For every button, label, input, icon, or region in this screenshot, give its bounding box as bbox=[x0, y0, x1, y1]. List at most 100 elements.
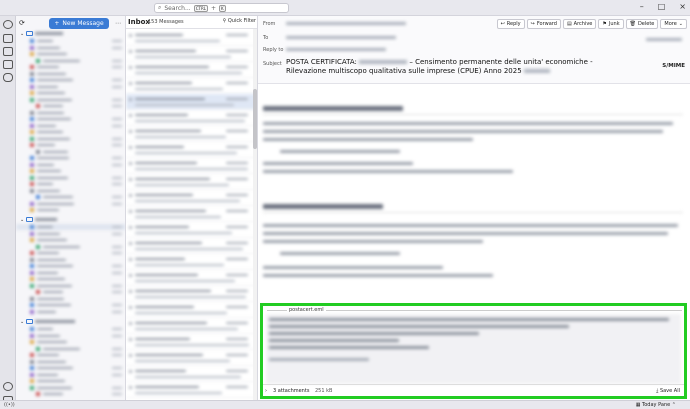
app-logo-icon[interactable] bbox=[3, 20, 13, 29]
read-status-icon[interactable] bbox=[129, 370, 132, 373]
folder-item[interactable] bbox=[16, 45, 125, 51]
message-row[interactable] bbox=[126, 382, 257, 398]
folder-item[interactable] bbox=[16, 372, 125, 378]
save-all-button[interactable]: ⤓ Save All bbox=[656, 388, 680, 394]
chat-icon[interactable] bbox=[3, 73, 13, 82]
folder-item[interactable] bbox=[16, 90, 125, 96]
message-row[interactable] bbox=[126, 190, 257, 206]
folder-item[interactable] bbox=[16, 296, 125, 302]
folder-item[interactable] bbox=[16, 71, 125, 77]
read-status-icon[interactable] bbox=[129, 274, 132, 277]
message-row[interactable] bbox=[126, 78, 257, 94]
message-row[interactable] bbox=[126, 62, 257, 78]
folder-item[interactable] bbox=[16, 58, 125, 64]
address-book-icon[interactable] bbox=[3, 47, 13, 56]
search-input[interactable]: Search... bbox=[164, 5, 190, 12]
account-1[interactable]: ⌄ bbox=[20, 30, 120, 37]
chevron-right-icon[interactable]: › bbox=[265, 388, 267, 394]
read-status-icon[interactable] bbox=[129, 194, 132, 197]
message-row[interactable] bbox=[126, 206, 257, 222]
folder-item[interactable] bbox=[16, 385, 125, 391]
folder-item[interactable] bbox=[16, 250, 125, 256]
account-3[interactable]: ⌄ bbox=[20, 318, 120, 325]
message-row[interactable] bbox=[126, 94, 257, 110]
read-status-icon[interactable] bbox=[129, 322, 132, 325]
folder-item[interactable] bbox=[16, 326, 125, 332]
read-status-icon[interactable] bbox=[129, 98, 132, 101]
account-2[interactable]: ⌄ bbox=[20, 216, 120, 223]
folder-item[interactable] bbox=[16, 129, 125, 135]
folder-item[interactable] bbox=[16, 194, 125, 200]
folder-item[interactable] bbox=[16, 378, 125, 384]
delete-button[interactable]: 🗑 Delete bbox=[625, 19, 659, 29]
folder-item[interactable] bbox=[16, 103, 125, 109]
read-status-icon[interactable] bbox=[129, 178, 132, 181]
folder-menu-icon[interactable]: ⋯ bbox=[115, 20, 121, 27]
message-row[interactable] bbox=[126, 110, 257, 126]
folder-item[interactable] bbox=[16, 352, 125, 358]
sync-icon[interactable]: ⟳ bbox=[19, 19, 25, 27]
folder-item[interactable] bbox=[16, 346, 125, 352]
mail-space-icon[interactable] bbox=[3, 34, 13, 43]
close-button[interactable]: × bbox=[679, 2, 686, 11]
folder-item[interactable] bbox=[16, 149, 125, 155]
folder-item[interactable] bbox=[16, 302, 125, 308]
message-row[interactable] bbox=[126, 302, 257, 318]
folder-item[interactable] bbox=[16, 162, 125, 168]
search-box[interactable]: ⌕ Search... CTRL + K bbox=[154, 3, 289, 13]
folder-item[interactable] bbox=[16, 333, 125, 339]
scrollbar-thumb[interactable] bbox=[253, 89, 257, 149]
folder-item[interactable] bbox=[16, 224, 125, 231]
folder-item[interactable] bbox=[16, 155, 125, 161]
read-status-icon[interactable] bbox=[129, 290, 132, 293]
message-row[interactable] bbox=[126, 366, 257, 382]
settings-icon[interactable] bbox=[3, 382, 13, 391]
smime-indicator[interactable]: S/MIME bbox=[662, 63, 685, 69]
reply-to-value[interactable] bbox=[286, 48, 386, 51]
junk-button[interactable]: ⚑ Junk bbox=[598, 19, 624, 29]
read-status-icon[interactable] bbox=[129, 210, 132, 213]
folder-item[interactable] bbox=[16, 207, 125, 213]
message-row[interactable] bbox=[126, 222, 257, 238]
read-status-icon[interactable] bbox=[129, 258, 132, 261]
folder-item[interactable] bbox=[16, 64, 125, 70]
folder-item[interactable] bbox=[16, 365, 125, 371]
forward-button[interactable]: ↪ Forward bbox=[526, 19, 561, 29]
folder-item[interactable] bbox=[16, 84, 125, 90]
folder-item[interactable] bbox=[16, 257, 125, 263]
attachment-filename[interactable]: postacert.eml bbox=[287, 307, 326, 313]
message-row[interactable] bbox=[126, 158, 257, 174]
read-status-icon[interactable] bbox=[129, 82, 132, 85]
read-status-icon[interactable] bbox=[129, 162, 132, 165]
folder-item[interactable] bbox=[16, 359, 125, 365]
minimize-button[interactable]: – bbox=[640, 2, 644, 11]
reply-button[interactable]: ↩ Reply bbox=[496, 19, 525, 29]
maximize-button[interactable]: □ bbox=[658, 2, 666, 11]
folder-item[interactable] bbox=[16, 276, 125, 282]
message-row[interactable] bbox=[126, 270, 257, 286]
message-row[interactable] bbox=[126, 238, 257, 254]
to-value[interactable] bbox=[286, 36, 396, 39]
message-row[interactable] bbox=[126, 30, 257, 46]
read-status-icon[interactable] bbox=[129, 354, 132, 357]
read-status-icon[interactable] bbox=[129, 306, 132, 309]
folder-item[interactable] bbox=[16, 168, 125, 174]
more-button[interactable]: More ⌄ bbox=[660, 19, 687, 29]
quick-filter-button[interactable]: ⚲ Quick Filter bbox=[223, 18, 256, 24]
folder-item[interactable] bbox=[16, 136, 125, 142]
read-status-icon[interactable] bbox=[129, 226, 132, 229]
folder-item[interactable] bbox=[16, 188, 125, 194]
message-row[interactable] bbox=[126, 350, 257, 366]
message-row[interactable] bbox=[126, 46, 257, 62]
folder-item[interactable] bbox=[16, 270, 125, 276]
folder-item[interactable] bbox=[16, 244, 125, 250]
folder-item[interactable] bbox=[16, 391, 125, 397]
read-status-icon[interactable] bbox=[129, 386, 132, 389]
read-status-icon[interactable] bbox=[129, 242, 132, 245]
folder-item[interactable] bbox=[16, 175, 125, 181]
message-row[interactable] bbox=[126, 142, 257, 158]
read-status-icon[interactable] bbox=[129, 66, 132, 69]
message-row[interactable] bbox=[126, 254, 257, 270]
folder-item[interactable] bbox=[16, 263, 125, 269]
folder-item[interactable] bbox=[16, 309, 125, 315]
